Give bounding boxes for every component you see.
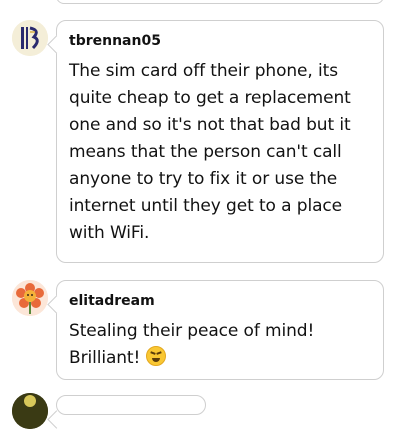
next-comment-card: [56, 395, 206, 415]
avatar[interactable]: [12, 393, 48, 429]
avatar[interactable]: [12, 280, 48, 316]
monogram-avatar-icon: [12, 20, 48, 56]
avatar-image-icon: [12, 393, 48, 429]
comment-card: elitadream Stealing their peace of mind!…: [56, 280, 384, 380]
comment-text-content: Stealing their peace of mind! Brilliant!: [69, 321, 315, 368]
avatar[interactable]: [12, 20, 48, 56]
comment-text: Stealing their peace of mind! Brilliant!: [69, 318, 371, 372]
previous-comment-card: [56, 0, 384, 4]
flower-avatar-icon: [12, 280, 48, 316]
comment-text: The sim card off their phone, its quite …: [69, 61, 351, 243]
comment-username[interactable]: elitadream: [69, 292, 371, 310]
comment-card: tbrennan05 The sim card off their phone,…: [56, 20, 384, 263]
comment-username[interactable]: tbrennan05: [69, 32, 371, 50]
laughing-squint-emoji-icon: [145, 346, 166, 366]
